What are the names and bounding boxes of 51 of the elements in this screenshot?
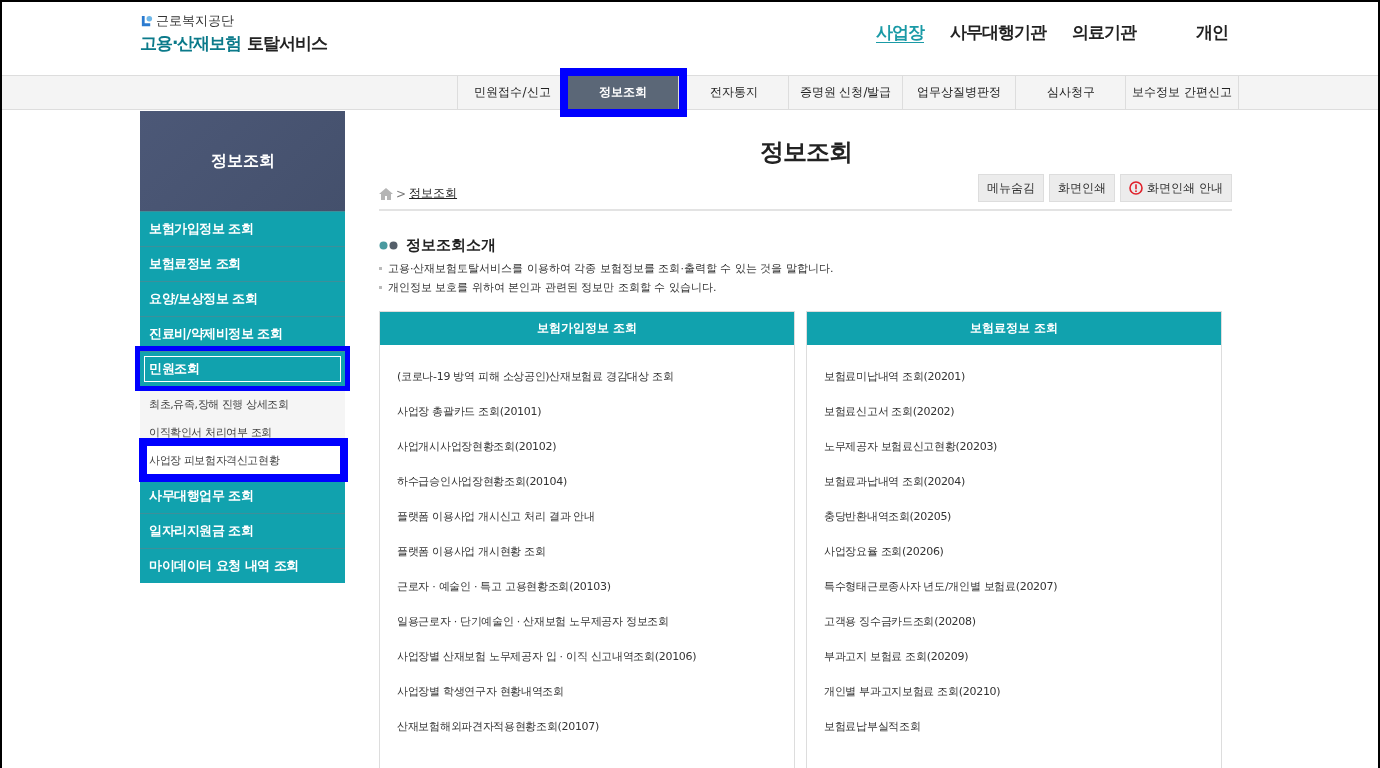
- card-link[interactable]: 하수급승인사업장현황조회(20104): [397, 464, 794, 499]
- card-link[interactable]: 사업장별 산재보험 노무제공자 입 · 이직 신고내역조회(20106): [397, 639, 794, 674]
- organization-name: 근로복지공단: [156, 12, 234, 30]
- card-link[interactable]: 보험료납부실적조회: [824, 709, 1221, 744]
- sidebar-title: 정보조회: [210, 150, 275, 172]
- card-link[interactable]: 보험료신고서 조회(20202): [824, 394, 1221, 429]
- card-link[interactable]: 플랫폼 이용사업 개시현황 조회: [397, 534, 794, 569]
- intro-text: 고용·산재보험토탈서비스를 이용하여 각종 보험정보를 조회·출력할 수 있는 것을 말합니다.: [388, 261, 834, 276]
- top-nav-link[interactable]: 개인: [1196, 21, 1228, 44]
- breadcrumb-separator: >: [396, 186, 407, 201]
- card-link[interactable]: 보험료과납내역 조회(20204): [824, 464, 1221, 499]
- service-name: 고용·산재보험: [140, 32, 242, 55]
- card-link[interactable]: 개인별 부과고지보험료 조회(20210): [824, 674, 1221, 709]
- card-link[interactable]: 사업개시사업장현황조회(20102): [397, 429, 794, 464]
- card-title: 보험가입정보 조회: [536, 320, 638, 337]
- submenu-item[interactable]: 이직확인서 처리여부 조회: [140, 418, 345, 446]
- card-link[interactable]: 사업장별 학생연구자 현황내역조회: [397, 674, 794, 709]
- toolbar-button[interactable]: 화면인쇄: [1049, 174, 1116, 202]
- submenu-item[interactable]: 최초,유족,장해 진행 상세조회: [140, 390, 345, 418]
- intro-text: 개인정보 보호를 위하여 본인과 관련된 정보만 조회할 수 있습니다.: [388, 280, 717, 295]
- alert-icon: [1129, 181, 1144, 195]
- toolbar-button[interactable]: 화면인쇄 안내: [1120, 174, 1232, 202]
- card-link[interactable]: 부과고지 보험료 조회(20209): [824, 639, 1221, 674]
- card-title: 보험료정보 조회: [969, 320, 1059, 337]
- menu-tab[interactable]: 보수정보 간편신고: [1126, 76, 1239, 109]
- logo-icon: [140, 14, 153, 28]
- menu-tab[interactable]: 업무상질병판정: [903, 76, 1016, 109]
- card-link[interactable]: 일용근로자 · 단기예술인 · 산재보험 노무제공자 정보조회: [397, 604, 794, 639]
- breadcrumb-link[interactable]: 정보조회: [409, 185, 458, 202]
- bullet-dots-icon: [379, 241, 399, 250]
- top-nav-link[interactable]: 의료기관: [1072, 21, 1136, 44]
- card-link[interactable]: 산재보험해외파견자적용현황조회(20107): [397, 709, 794, 744]
- card-link[interactable]: 보험료미납내역 조회(20201): [824, 359, 1221, 394]
- card-link[interactable]: 노무제공자 보험료신고현황(20203): [824, 429, 1221, 464]
- service-suffix: 토탈서비스: [247, 32, 328, 55]
- top-nav-link[interactable]: 사무대행기관: [950, 21, 1046, 44]
- card-link[interactable]: 근로자 · 예술인 · 특고 고용현황조회(20103): [397, 569, 794, 604]
- card-link[interactable]: 플랫폼 이용사업 개시신고 처리 결과 안내: [397, 499, 794, 534]
- menu-tab[interactable]: 전자통지: [679, 76, 789, 109]
- menu-tab[interactable]: 증명원 신청/발급: [789, 76, 903, 109]
- card-link[interactable]: 사업장요율 조회(20206): [824, 534, 1221, 569]
- menu-tab[interactable]: 심사청구: [1016, 76, 1126, 109]
- card-link[interactable]: 특수형태근로종사자 년도/개인별 보험료(20207): [824, 569, 1221, 604]
- card-link[interactable]: 사업장 총괄카드 조회(20101): [397, 394, 794, 429]
- toolbar-button[interactable]: 메뉴숨김: [978, 174, 1045, 202]
- home-icon[interactable]: [379, 187, 393, 200]
- page-title: 정보조회: [758, 137, 853, 168]
- card-link[interactable]: 고객용 징수금카드조회(20208): [824, 604, 1221, 639]
- card-link[interactable]: (코로나-19 방역 피해 소상공인)산재보험료 경감대상 조회: [397, 359, 794, 394]
- card-link[interactable]: 충당반환내역조회(20205): [824, 499, 1221, 534]
- section-heading: 정보조회소개: [406, 236, 496, 255]
